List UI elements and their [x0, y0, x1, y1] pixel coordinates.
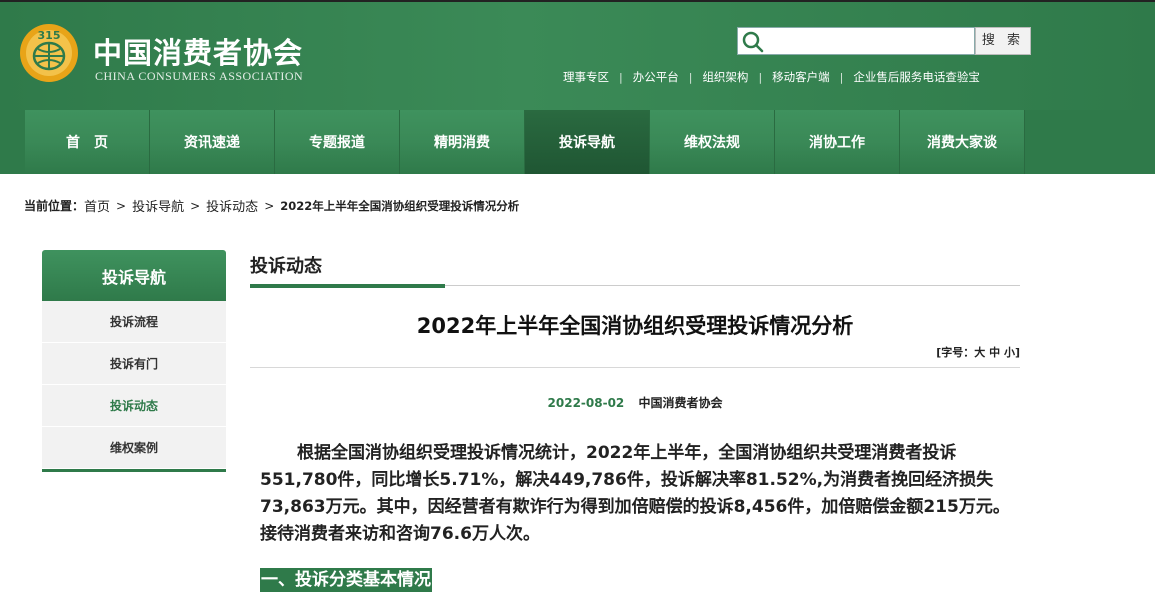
article-source: 中国消费者协会: [638, 396, 723, 410]
search-button[interactable]: 搜 索: [975, 27, 1031, 55]
sidebar-item-cases[interactable]: 维权案例: [42, 427, 226, 469]
nav-smart-consumption[interactable]: 精明消费: [400, 110, 525, 174]
main-nav: 首 页 资讯速递 专题报道 精明消费 投诉导航 维权法规 消协工作 消费大家谈: [0, 110, 1155, 174]
article-meta: 2022-08-02 中国消费者协会: [250, 394, 1020, 411]
article-divider: [250, 367, 1020, 368]
toplink-office[interactable]: 办公平台: [633, 69, 679, 85]
breadcrumb-label: 当前位置：: [24, 199, 85, 213]
toplink-mobile[interactable]: 移动客户端: [772, 69, 830, 85]
sidebar-title: 投诉导航: [42, 250, 226, 301]
breadcrumb-separator: >: [190, 198, 201, 213]
sidebar-item-complaint-news[interactable]: 投诉动态: [42, 385, 226, 427]
site-header: 315 中国消费者协会 CHINA CONSUMERS ASSOCIATION …: [0, 0, 1155, 110]
cca-emblem-icon[interactable]: 315: [18, 22, 80, 84]
article-paragraph: 根据全国消协组织受理投诉情况统计，2022年上半年，全国消协组织共受理消费者投诉…: [260, 443, 1010, 544]
breadcrumb-home[interactable]: 首页: [84, 196, 110, 215]
nav-rights-laws[interactable]: 维权法规: [650, 110, 775, 174]
search-input[interactable]: [766, 30, 972, 52]
article-heading: 一、投诉分类基本情况: [260, 568, 432, 592]
nav-home[interactable]: 首 页: [25, 110, 150, 174]
section-title: 投诉动态: [250, 256, 322, 277]
site-subtitle: CHINA CONSUMERS ASSOCIATION: [95, 69, 304, 83]
nav-association-work[interactable]: 消协工作: [775, 110, 900, 174]
breadcrumb-complaint-guide[interactable]: 投诉导航: [132, 196, 184, 215]
sidebar-bottom-rule: [42, 469, 226, 472]
sidebar: 投诉导航 投诉流程 投诉有门 投诉动态 维权案例: [42, 250, 226, 472]
link-separator: |: [619, 70, 623, 84]
breadcrumb-complaint-news[interactable]: 投诉动态: [206, 196, 258, 215]
article-title: 2022年上半年全国消协组织受理投诉情况分析: [416, 314, 854, 338]
nav-complaint-guide[interactable]: 投诉导航: [525, 110, 650, 174]
search-icon: [742, 31, 764, 53]
article-date: 2022-08-02: [547, 396, 625, 410]
top-border: [0, 0, 1155, 2]
search-box: [737, 27, 975, 55]
site-name[interactable]: 中国消费者协会: [93, 30, 303, 72]
link-separator: |: [839, 70, 844, 84]
nav-news[interactable]: 资讯速递: [150, 110, 275, 174]
font-size-switcher[interactable]: [字号：大 中 小]: [870, 344, 1020, 360]
top-links: 理事专区 | 办公平台 | 组织架构 | 移动客户端 | 企业售后服务电话查验宝: [563, 69, 980, 85]
nav-consumer-forum[interactable]: 消费大家谈: [900, 110, 1025, 174]
section-divider-accent: [250, 284, 445, 288]
nav-special-reports[interactable]: 专题报道: [275, 110, 400, 174]
breadcrumb-current: 2022年上半年全国消协组织受理投诉情况分析: [280, 198, 520, 213]
breadcrumb: 当前位置： 首页 > 投诉导航 > 投诉动态 > 2022年上半年全国消协组织受…: [24, 196, 520, 216]
sidebar-item-channels[interactable]: 投诉有门: [42, 343, 226, 385]
sidebar-item-process[interactable]: 投诉流程: [42, 301, 226, 343]
breadcrumb-separator: >: [116, 198, 127, 213]
breadcrumb-separator: >: [264, 198, 275, 213]
toplink-organization[interactable]: 组织架构: [702, 69, 748, 85]
link-separator: |: [758, 70, 763, 84]
toplink-aftersales[interactable]: 企业售后服务电话查验宝: [853, 69, 980, 85]
toplink-council[interactable]: 理事专区: [563, 69, 609, 85]
link-separator: |: [688, 70, 693, 84]
svg-text:315: 315: [38, 29, 61, 42]
